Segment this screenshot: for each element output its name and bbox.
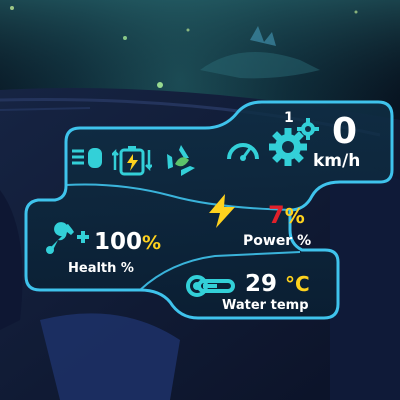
speed-value: 0: [332, 111, 358, 152]
water-temp-readout: 29 °C: [245, 270, 310, 298]
health-unit: %: [142, 232, 162, 254]
water-temp-unit: °C: [285, 272, 310, 296]
power-value: 7: [268, 201, 285, 229]
health-label: Health %: [68, 261, 134, 276]
wrench-plus-icon: [46, 222, 89, 254]
speed-unit: km/h: [313, 151, 361, 171]
power-readout: 7%: [268, 201, 305, 230]
lightning-icon: [209, 194, 235, 228]
power-unit: %: [284, 204, 305, 228]
game-scene: 1 0 km/h 7% Power % 100% Health % 29 °C …: [0, 0, 400, 400]
power-label: Power %: [243, 233, 312, 249]
headlight-icon[interactable]: [70, 146, 104, 172]
water-temp-label: Water temp: [222, 298, 309, 313]
speedometer-icon: [227, 143, 259, 161]
water-temp-value: 29: [245, 271, 278, 297]
recycle-icon[interactable]: [162, 142, 200, 180]
battery-swap-icon[interactable]: [112, 142, 152, 178]
health-value: 100: [94, 229, 143, 255]
gear-number: 1: [284, 110, 294, 126]
thermometer-icon: [186, 275, 235, 297]
hud-panel: [24, 100, 394, 320]
health-readout: 100%: [94, 228, 161, 257]
